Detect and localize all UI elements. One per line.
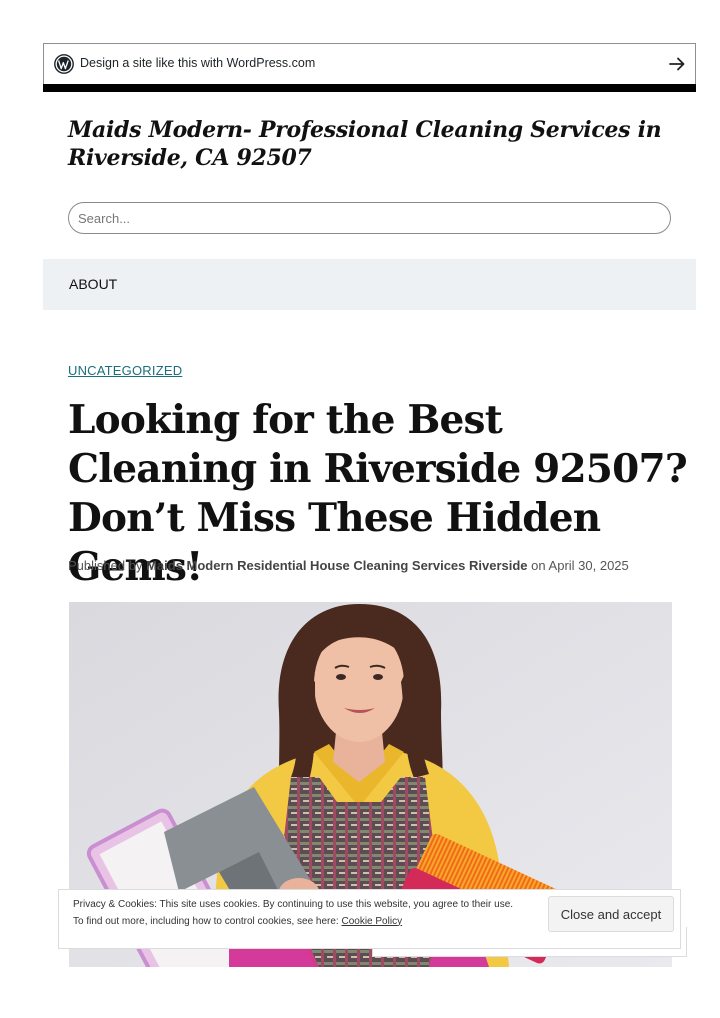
cookie-notice-line1: Privacy & Cookies: This site uses cookie… — [73, 899, 514, 910]
cookie-notice: Privacy & Cookies: This site uses cookie… — [58, 889, 681, 949]
wordpress-banner[interactable]: Design a site like this with WordPress.c… — [43, 43, 696, 84]
wordpress-banner-text[interactable]: Design a site like this with WordPress.c… — [80, 56, 315, 70]
post-meta-on: on — [531, 558, 546, 573]
arrow-right-icon[interactable] — [667, 54, 687, 74]
nav-item-about[interactable]: ABOUT — [69, 276, 117, 292]
post-category-link[interactable]: UNCATEGORIZED — [68, 363, 182, 378]
post-meta-published-by: Published by — [68, 558, 143, 573]
post-meta: Published by Maids Modern Residential Ho… — [68, 558, 688, 573]
wordpress-logo-icon — [54, 54, 74, 74]
cookie-notice-line2: To find out more, including how to contr… — [73, 914, 523, 931]
cookie-notice-text: Privacy & Cookies: This site uses cookie… — [73, 897, 523, 930]
primary-navigation: ABOUT — [43, 259, 696, 310]
post-author-link[interactable]: Maids Modern Residential House Cleaning … — [146, 558, 527, 573]
cookie-notice-line2-prefix: To find out more, including how to contr… — [73, 915, 339, 927]
search-input[interactable] — [69, 203, 670, 233]
close-and-accept-button[interactable]: Close and accept — [548, 896, 674, 932]
header-divider-bar — [43, 84, 696, 92]
search-box[interactable] — [68, 202, 671, 234]
post-date: April 30, 2025 — [548, 558, 629, 573]
cookie-policy-link[interactable]: Cookie Policy — [341, 916, 402, 927]
site-title[interactable]: Maids Modern- Professional Cleaning Serv… — [68, 116, 668, 172]
